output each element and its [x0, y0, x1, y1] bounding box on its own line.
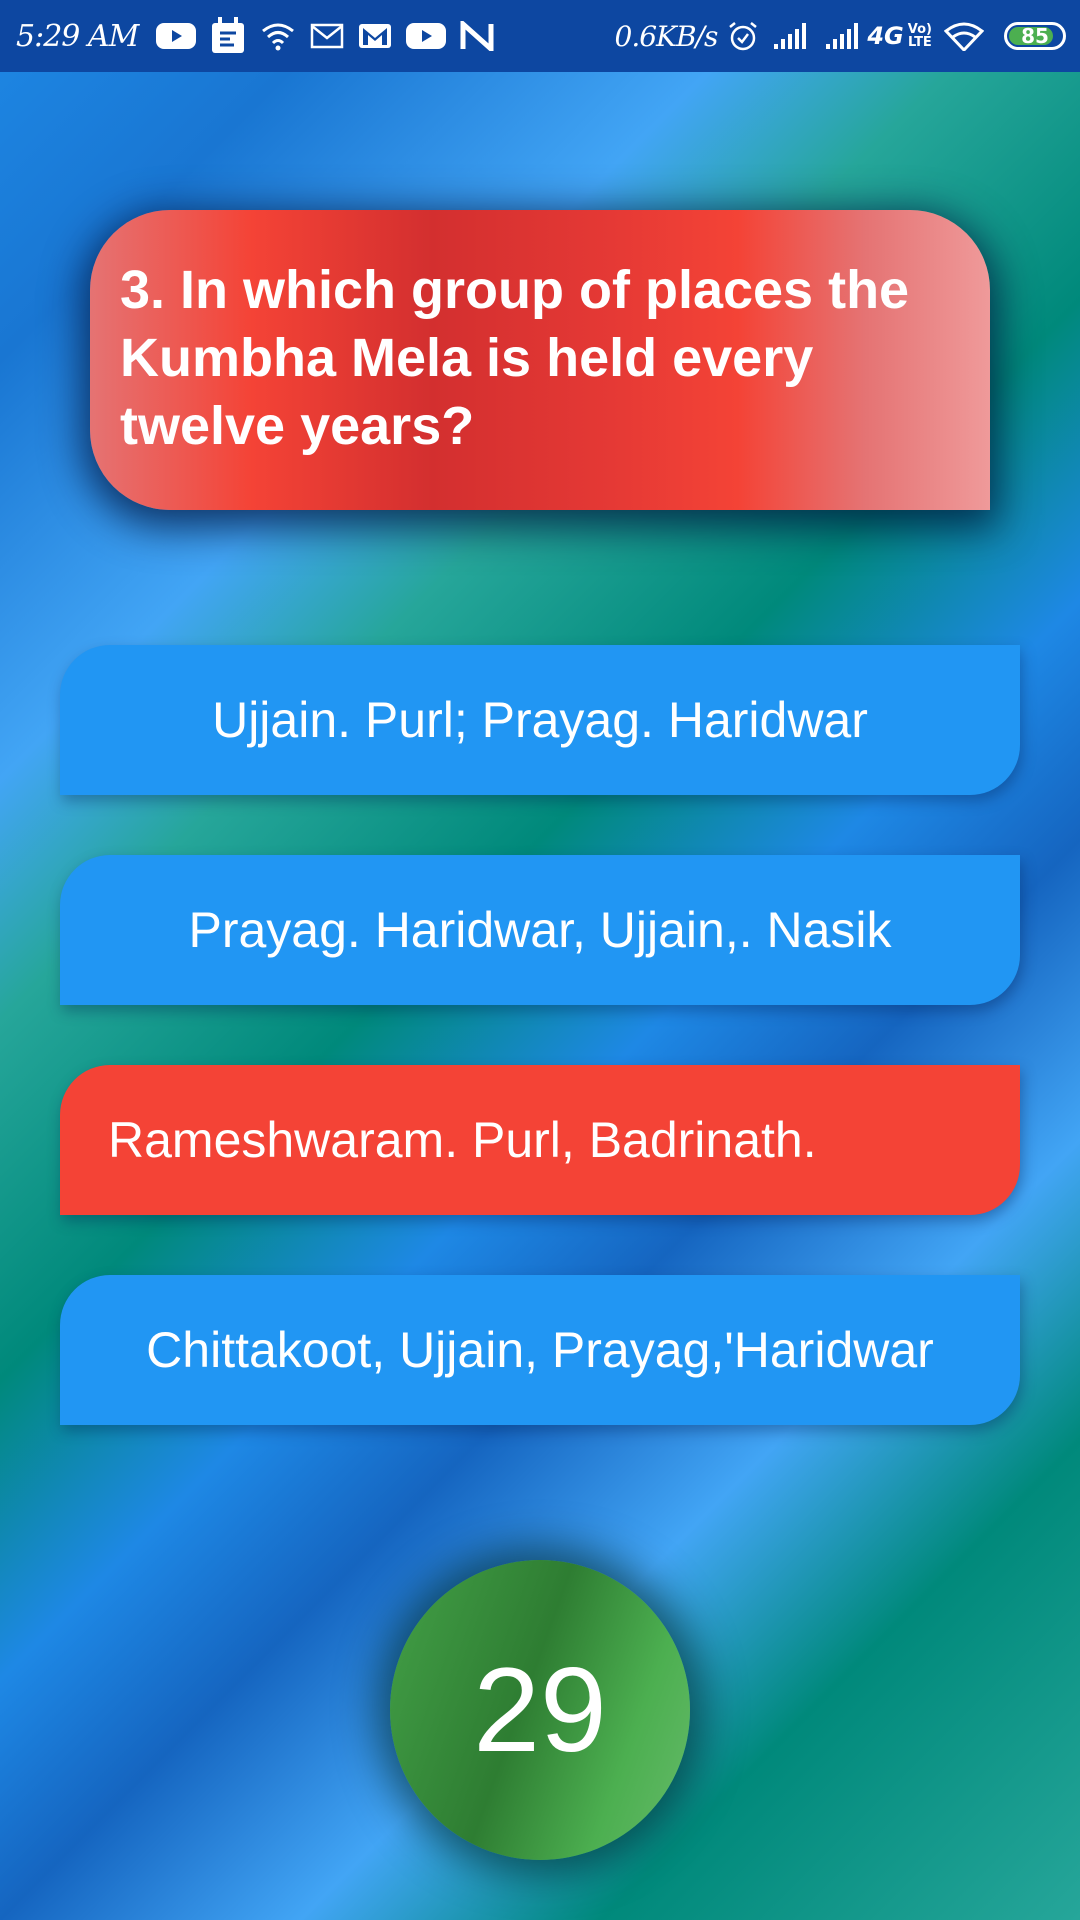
timer-value: 29 — [473, 1643, 607, 1777]
option-2-label: Prayag. Haridwar, Ujjain,. Nasik — [188, 902, 892, 958]
option-4-label: Chittakoot, Ujjain, Prayag,'Haridwar — [146, 1322, 934, 1378]
status-time: 5:29 AM — [16, 18, 139, 54]
wifi-icon — [260, 16, 296, 56]
mail-outline-icon — [310, 16, 344, 56]
notification-app-icon — [210, 16, 246, 56]
network-speed: 0.6KB/s — [614, 19, 719, 53]
alarm-icon — [727, 16, 759, 56]
volte-bottom: LTE — [907, 35, 932, 50]
countdown-timer: 29 — [390, 1560, 690, 1860]
option-3-button[interactable]: Rameshwaram. Purl, Badrinath. — [60, 1065, 1020, 1215]
battery-percent: 85 — [1021, 24, 1049, 48]
gmail-icon — [358, 16, 392, 56]
option-4-button[interactable]: Chittakoot, Ujjain, Prayag,'Haridwar — [60, 1275, 1020, 1425]
option-3-label: Rameshwaram. Purl, Badrinath. — [108, 1112, 817, 1168]
battery-icon: 85 — [1004, 22, 1066, 50]
n-app-icon — [460, 16, 494, 56]
question-card: 3. In which group of places the Kumbha M… — [90, 210, 990, 510]
signal-icon — [773, 16, 811, 56]
option-1-button[interactable]: Ujjain. Purl; Prayag. Haridwar — [60, 645, 1020, 795]
volte-indicator: Vo) LTE — [908, 23, 932, 49]
option-2-button[interactable]: Prayag. Haridwar, Ujjain,. Nasik — [60, 855, 1020, 1005]
network-type: 4G — [867, 22, 904, 50]
quiz-screen: 5:29 AM 0.6KB/s 4G Vo) LTE 85 3. In whic… — [0, 0, 1080, 1920]
status-bar: 5:29 AM 0.6KB/s 4G Vo) LTE 85 — [0, 0, 1080, 72]
wifi-icon — [944, 16, 984, 56]
youtube-icon — [406, 16, 447, 56]
option-1-label: Ujjain. Purl; Prayag. Haridwar — [212, 692, 868, 748]
youtube-icon — [156, 16, 197, 56]
signal-icon — [825, 16, 863, 56]
question-text: 3. In which group of places the Kumbha M… — [120, 260, 910, 456]
